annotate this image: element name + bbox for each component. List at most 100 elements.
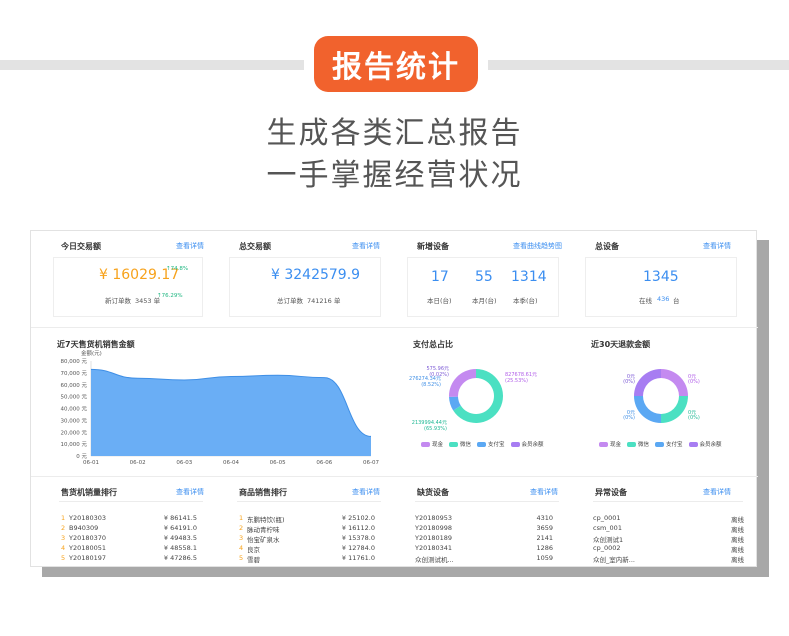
legend-wechat: 微信 xyxy=(627,440,649,448)
legend-alipay: 支付宝 xyxy=(655,440,683,448)
sales-area-fill xyxy=(91,369,371,456)
machine-rank-link[interactable]: 查看详情 xyxy=(176,487,204,497)
today-orders-label: 新订单数 xyxy=(105,297,131,305)
stockout-count: 1059 xyxy=(536,554,553,562)
product-sales: ¥ 11761.0 xyxy=(341,554,375,562)
donut-data-label: (25.53%) xyxy=(505,378,528,384)
device-status: 离线 xyxy=(731,556,744,564)
new-today: 17 xyxy=(431,269,449,285)
machine-sales: ¥ 86141.5 xyxy=(163,514,197,522)
stockout-link[interactable]: 查看详情 xyxy=(530,487,558,497)
refund-donut-chart: 0元(0%)0元(0%)0元(0%)0元(0%) xyxy=(623,369,700,423)
stockout-count: 3659 xyxy=(536,524,553,532)
legend-balance: 会员余额 xyxy=(510,440,544,448)
y-tick-label: 40,000 元 xyxy=(61,406,88,413)
rank-number: 3 xyxy=(61,534,66,542)
product-name: 怡宝矿泉水 xyxy=(247,536,280,544)
donut-data-label: (8.52%) xyxy=(421,382,441,388)
y-tick-label: 0 元 xyxy=(76,453,87,460)
y-tick-label: 80,000 元 xyxy=(61,358,88,365)
new-quarter: 1314 xyxy=(511,269,547,285)
product-sales: ¥ 16112.0 xyxy=(341,524,375,532)
machine-id: Y20180051 xyxy=(69,544,107,552)
total-details-link[interactable]: 查看详情 xyxy=(352,241,380,251)
product-sales: ¥ 25102.0 xyxy=(341,514,375,522)
x-tick-label: 06-04 xyxy=(223,460,239,466)
product-rank-link[interactable]: 查看详情 xyxy=(352,487,380,497)
card-new-devices: 新增设备 查看曲线趋势图 17 55 1314 本日(台) 本月(台) 本季(台… xyxy=(387,231,565,326)
card-today-sales: 今日交易额 查看详情 ¥ 16029.17 ↑74.8% 新订单数 3453 单… xyxy=(31,231,209,326)
dashboard-screenshot: 今日交易额 查看详情 ¥ 16029.17 ↑74.8% 新订单数 3453 单… xyxy=(30,230,758,567)
card-body xyxy=(407,257,559,317)
card-total-sales: 总交易额 查看详情 ¥ 3242579.9 总订单数 741216 单 xyxy=(209,231,387,326)
today-details-link[interactable]: 查看详情 xyxy=(176,241,204,251)
total-orders-label: 总订单数 xyxy=(277,297,303,305)
abnormal-link[interactable]: 查看详情 xyxy=(703,487,731,497)
donut-data-label: (0%) xyxy=(623,379,635,385)
devices-total: 1345 xyxy=(643,269,679,285)
card-body xyxy=(585,257,737,317)
stockout-count: 2141 xyxy=(536,534,553,542)
product-sales: ¥ 15378.0 xyxy=(341,534,375,542)
headline-line-2: 一手掌握经营状况 xyxy=(266,158,523,193)
today-orders-growth: ↑76.29% xyxy=(157,293,183,299)
machine-rank-panel: 售货机销量排行 查看详情 1 Y20180303 ¥ 86141.5 2 B940309… xyxy=(31,477,209,567)
device-id: 众创测试机... xyxy=(415,556,454,564)
new-month: 55 xyxy=(475,269,493,285)
devices-details-link[interactable]: 查看详情 xyxy=(703,241,731,251)
donut-slice xyxy=(661,369,688,396)
y-tick-label: 60,000 元 xyxy=(61,382,88,389)
product-rank-title: 商品销售排行 xyxy=(239,488,287,497)
machine-rank-title: 售货机销量排行 xyxy=(61,488,117,497)
y-tick-label: 50,000 元 xyxy=(61,394,88,401)
new-month-label: 本月(台) xyxy=(472,297,497,305)
stockout-panel: 缺货设备 查看详情 Y20180953 4310 Y20180998 3659 Y201… xyxy=(387,477,565,567)
payment-donut-chart: 575.96元(0.02%)276274.34元(8.52%)827678.61… xyxy=(409,366,537,432)
rank-number: 2 xyxy=(239,524,244,532)
machine-id: Y20180370 xyxy=(69,534,107,542)
donut-slice xyxy=(449,369,476,397)
machine-sales: ¥ 47286.5 xyxy=(163,554,197,562)
rank-number: 5 xyxy=(239,554,244,562)
stockout-count: 1286 xyxy=(536,544,553,552)
abnormal-title: 异常设备 xyxy=(595,488,627,497)
card-title: 总交易额 xyxy=(239,242,271,251)
headline-line-1: 生成各类汇总报告 xyxy=(266,116,523,151)
y-tick-label: 20,000 元 xyxy=(61,429,88,436)
today-growth: ↑74.8% xyxy=(166,266,189,272)
donut-slice xyxy=(661,396,688,423)
machine-id: B940309 xyxy=(69,524,99,532)
list-divider xyxy=(593,501,743,502)
sales-chart-panel: 近7天售货机销售金额 金额(元) 80,000 元 70,000 元 60,000 元… xyxy=(31,328,387,476)
rank-number: 1 xyxy=(61,514,66,522)
device-name: 众创测试1 xyxy=(593,536,624,544)
total-orders: 741216 单 xyxy=(307,297,341,305)
rank-number: 4 xyxy=(61,544,66,552)
y-tick-label: 70,000 元 xyxy=(61,370,88,377)
product-name: 良京 xyxy=(247,546,260,554)
sales-area-chart: 金额(元)80,000 元 70,000 元 60,000 元 50,000 元 40,… xyxy=(61,349,380,466)
x-tick-label: 06-02 xyxy=(130,460,146,466)
new-today-label: 本日(台) xyxy=(427,297,452,305)
rank-number: 2 xyxy=(61,524,66,532)
product-name: 雪碧 xyxy=(247,556,260,564)
legend-cash: 现金 xyxy=(421,440,443,448)
trend-chart-link[interactable]: 查看曲线趋势图 xyxy=(513,241,562,251)
list-divider xyxy=(237,501,381,502)
list-divider xyxy=(415,501,559,502)
x-tick-label: 06-03 xyxy=(176,460,192,466)
device-id: Y20180341 xyxy=(415,544,453,552)
device-id: Y20180189 xyxy=(415,534,453,542)
stockout-count: 4310 xyxy=(536,514,553,522)
card-title: 新增设备 xyxy=(417,242,449,251)
donut-slice xyxy=(634,396,661,423)
legend-cash: 现金 xyxy=(599,440,621,448)
donut-data-label: (0%) xyxy=(688,379,700,385)
card-title: 总设备 xyxy=(595,242,619,251)
x-tick-label: 06-01 xyxy=(83,460,99,466)
online-label: 在线 xyxy=(639,297,652,305)
rank-number: 5 xyxy=(61,554,66,562)
online-count: 436 xyxy=(657,295,670,303)
header-divider-left xyxy=(0,60,304,70)
device-name: csm_001 xyxy=(593,524,622,532)
